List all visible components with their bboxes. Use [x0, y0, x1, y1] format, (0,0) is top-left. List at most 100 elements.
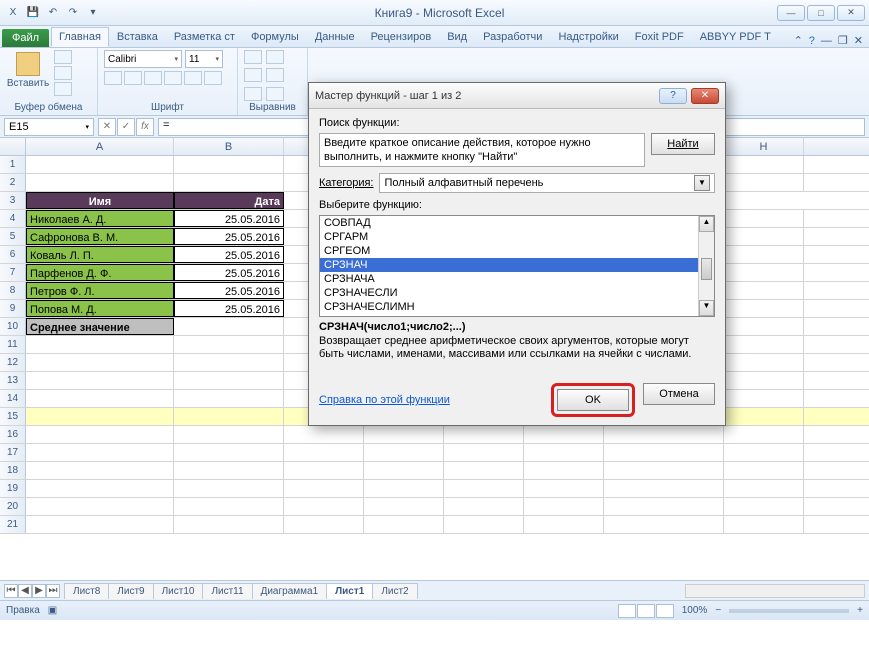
function-item[interactable]: СРЗНАЧЕСЛИ [320, 286, 714, 300]
row-header[interactable]: 18 [0, 462, 26, 479]
function-item[interactable]: СРЗНАЧЕСЛИМН [320, 300, 714, 314]
maximize-button[interactable]: □ [807, 5, 835, 21]
row-header[interactable]: 15 [0, 408, 26, 425]
view-normal-icon[interactable] [618, 604, 636, 618]
tab-home[interactable]: Главная [51, 27, 109, 47]
zoom-in-icon[interactable]: + [857, 605, 863, 616]
horizontal-scrollbar[interactable] [685, 584, 865, 598]
align-right-button[interactable] [266, 87, 284, 101]
align-left-button[interactable] [266, 68, 284, 82]
row-header[interactable]: 5 [0, 228, 26, 245]
workbook-close-icon[interactable]: ✕ [854, 34, 863, 47]
function-item[interactable]: СРГАРМ [320, 230, 714, 244]
view-pagelayout-icon[interactable] [637, 604, 655, 618]
cell-A10[interactable]: Среднее значение [26, 318, 174, 335]
macro-record-icon[interactable]: ▣ [48, 605, 57, 616]
cell-B6[interactable]: 25.05.2016 [174, 246, 284, 263]
enter-formula-icon[interactable]: ✓ [117, 118, 135, 136]
tab-addins[interactable]: Надстройки [550, 27, 626, 47]
row-header[interactable]: 8 [0, 282, 26, 299]
close-button[interactable]: ✕ [837, 5, 865, 21]
tab-nav-first-icon[interactable]: ⏮ [4, 584, 18, 598]
paste-button[interactable]: Вставить [6, 50, 50, 91]
dialog-help-icon[interactable]: ? [659, 88, 687, 104]
zoom-level[interactable]: 100% [682, 605, 708, 616]
row-header[interactable]: 16 [0, 426, 26, 443]
cell-B5[interactable]: 25.05.2016 [174, 228, 284, 245]
row-header[interactable]: 9 [0, 300, 26, 317]
row-header[interactable]: 19 [0, 480, 26, 497]
row-header[interactable]: 6 [0, 246, 26, 263]
function-item[interactable]: СРГЕОМ [320, 244, 714, 258]
minimize-ribbon-icon[interactable]: ⌃ [794, 34, 803, 47]
function-help-link[interactable]: Справка по этой функции [319, 394, 450, 406]
search-function-input[interactable]: Введите краткое описание действия, котор… [319, 133, 645, 167]
function-item[interactable]: СРЗНАЧА [320, 272, 714, 286]
row-header[interactable]: 1 [0, 156, 26, 173]
fill-color-button[interactable] [184, 71, 202, 85]
scroll-down-icon[interactable]: ▼ [699, 300, 714, 316]
font-color-button[interactable] [204, 71, 222, 85]
border-button[interactable] [164, 71, 182, 85]
italic-button[interactable] [124, 71, 142, 85]
row-header[interactable]: 10 [0, 318, 26, 335]
cancel-button[interactable]: Отмена [643, 383, 715, 405]
font-size-combo[interactable]: 11▾ [185, 50, 223, 68]
list-scrollbar[interactable]: ▲ ▼ [698, 216, 714, 316]
save-icon[interactable]: 💾 [24, 4, 42, 22]
function-item[interactable]: СОВПАД [320, 216, 714, 230]
undo-icon[interactable]: ↶ [44, 4, 62, 22]
tab-pagelayout[interactable]: Разметка ст [166, 27, 243, 47]
col-A[interactable]: A [26, 138, 174, 155]
tab-nav-prev-icon[interactable]: ◀ [18, 584, 32, 598]
tab-abbyy[interactable]: ABBYY PDF T [692, 27, 779, 47]
cell-B8[interactable]: 25.05.2016 [174, 282, 284, 299]
dialog-close-icon[interactable]: ✕ [691, 88, 719, 104]
font-name-combo[interactable]: Calibri▾ [104, 50, 182, 68]
function-item-selected[interactable]: СРЗНАЧ [320, 258, 714, 272]
row-header[interactable]: 20 [0, 498, 26, 515]
sheet-tab[interactable]: Лист10 [153, 583, 204, 599]
insert-function-icon[interactable]: fx [136, 118, 154, 136]
tab-data[interactable]: Данные [307, 27, 363, 47]
cell-A4[interactable]: Николаев А. Д. [26, 210, 174, 227]
sheet-tab[interactable]: Лист8 [64, 583, 109, 599]
sheet-tab[interactable]: Лист9 [108, 583, 153, 599]
dialog-titlebar[interactable]: Мастер функций - шаг 1 из 2 ? ✕ [309, 83, 725, 109]
help-icon[interactable]: ? [809, 35, 815, 47]
tab-nav-next-icon[interactable]: ▶ [32, 584, 46, 598]
row-header[interactable]: 12 [0, 354, 26, 371]
row-header[interactable]: 3 [0, 192, 26, 209]
header-date[interactable]: Дата [174, 192, 284, 209]
function-list[interactable]: СОВПАД СРГАРМ СРГЕОМ СРЗНАЧ СРЗНАЧА СРЗН… [319, 215, 715, 317]
select-all-corner[interactable] [0, 138, 26, 155]
scroll-thumb[interactable] [701, 258, 712, 280]
category-select[interactable]: Полный алфавитный перечень ▼ [379, 173, 715, 193]
ok-button[interactable]: OK [557, 389, 629, 411]
copy-icon[interactable] [54, 66, 72, 80]
sheet-tab[interactable]: Диаграмма1 [252, 583, 328, 599]
col-B[interactable]: B [174, 138, 284, 155]
sheet-tab[interactable]: Лист2 [372, 583, 417, 599]
row-header[interactable]: 21 [0, 516, 26, 533]
cell-A5[interactable]: Сафронова В. М. [26, 228, 174, 245]
row-header[interactable]: 2 [0, 174, 26, 191]
cell-B7[interactable]: 25.05.2016 [174, 264, 284, 281]
workbook-min-icon[interactable]: — [821, 35, 832, 47]
cell-A8[interactable]: Петров Ф. Л. [26, 282, 174, 299]
underline-button[interactable] [144, 71, 162, 85]
row-header[interactable]: 4 [0, 210, 26, 227]
header-name[interactable]: Имя [26, 192, 174, 209]
col-H[interactable]: H [724, 138, 804, 155]
workbook-restore-icon[interactable]: ❐ [838, 34, 848, 47]
align-center-button[interactable] [244, 87, 262, 101]
row-header[interactable]: 11 [0, 336, 26, 353]
cancel-formula-icon[interactable]: ✕ [98, 118, 116, 136]
align-bottom-button[interactable] [244, 68, 262, 82]
tab-foxit[interactable]: Foxit PDF [627, 27, 692, 47]
bold-button[interactable] [104, 71, 122, 85]
scroll-up-icon[interactable]: ▲ [699, 216, 714, 232]
cell-B9[interactable]: 25.05.2016 [174, 300, 284, 317]
cell-A9[interactable]: Попова М. Д. [26, 300, 174, 317]
redo-icon[interactable]: ↷ [64, 4, 82, 22]
